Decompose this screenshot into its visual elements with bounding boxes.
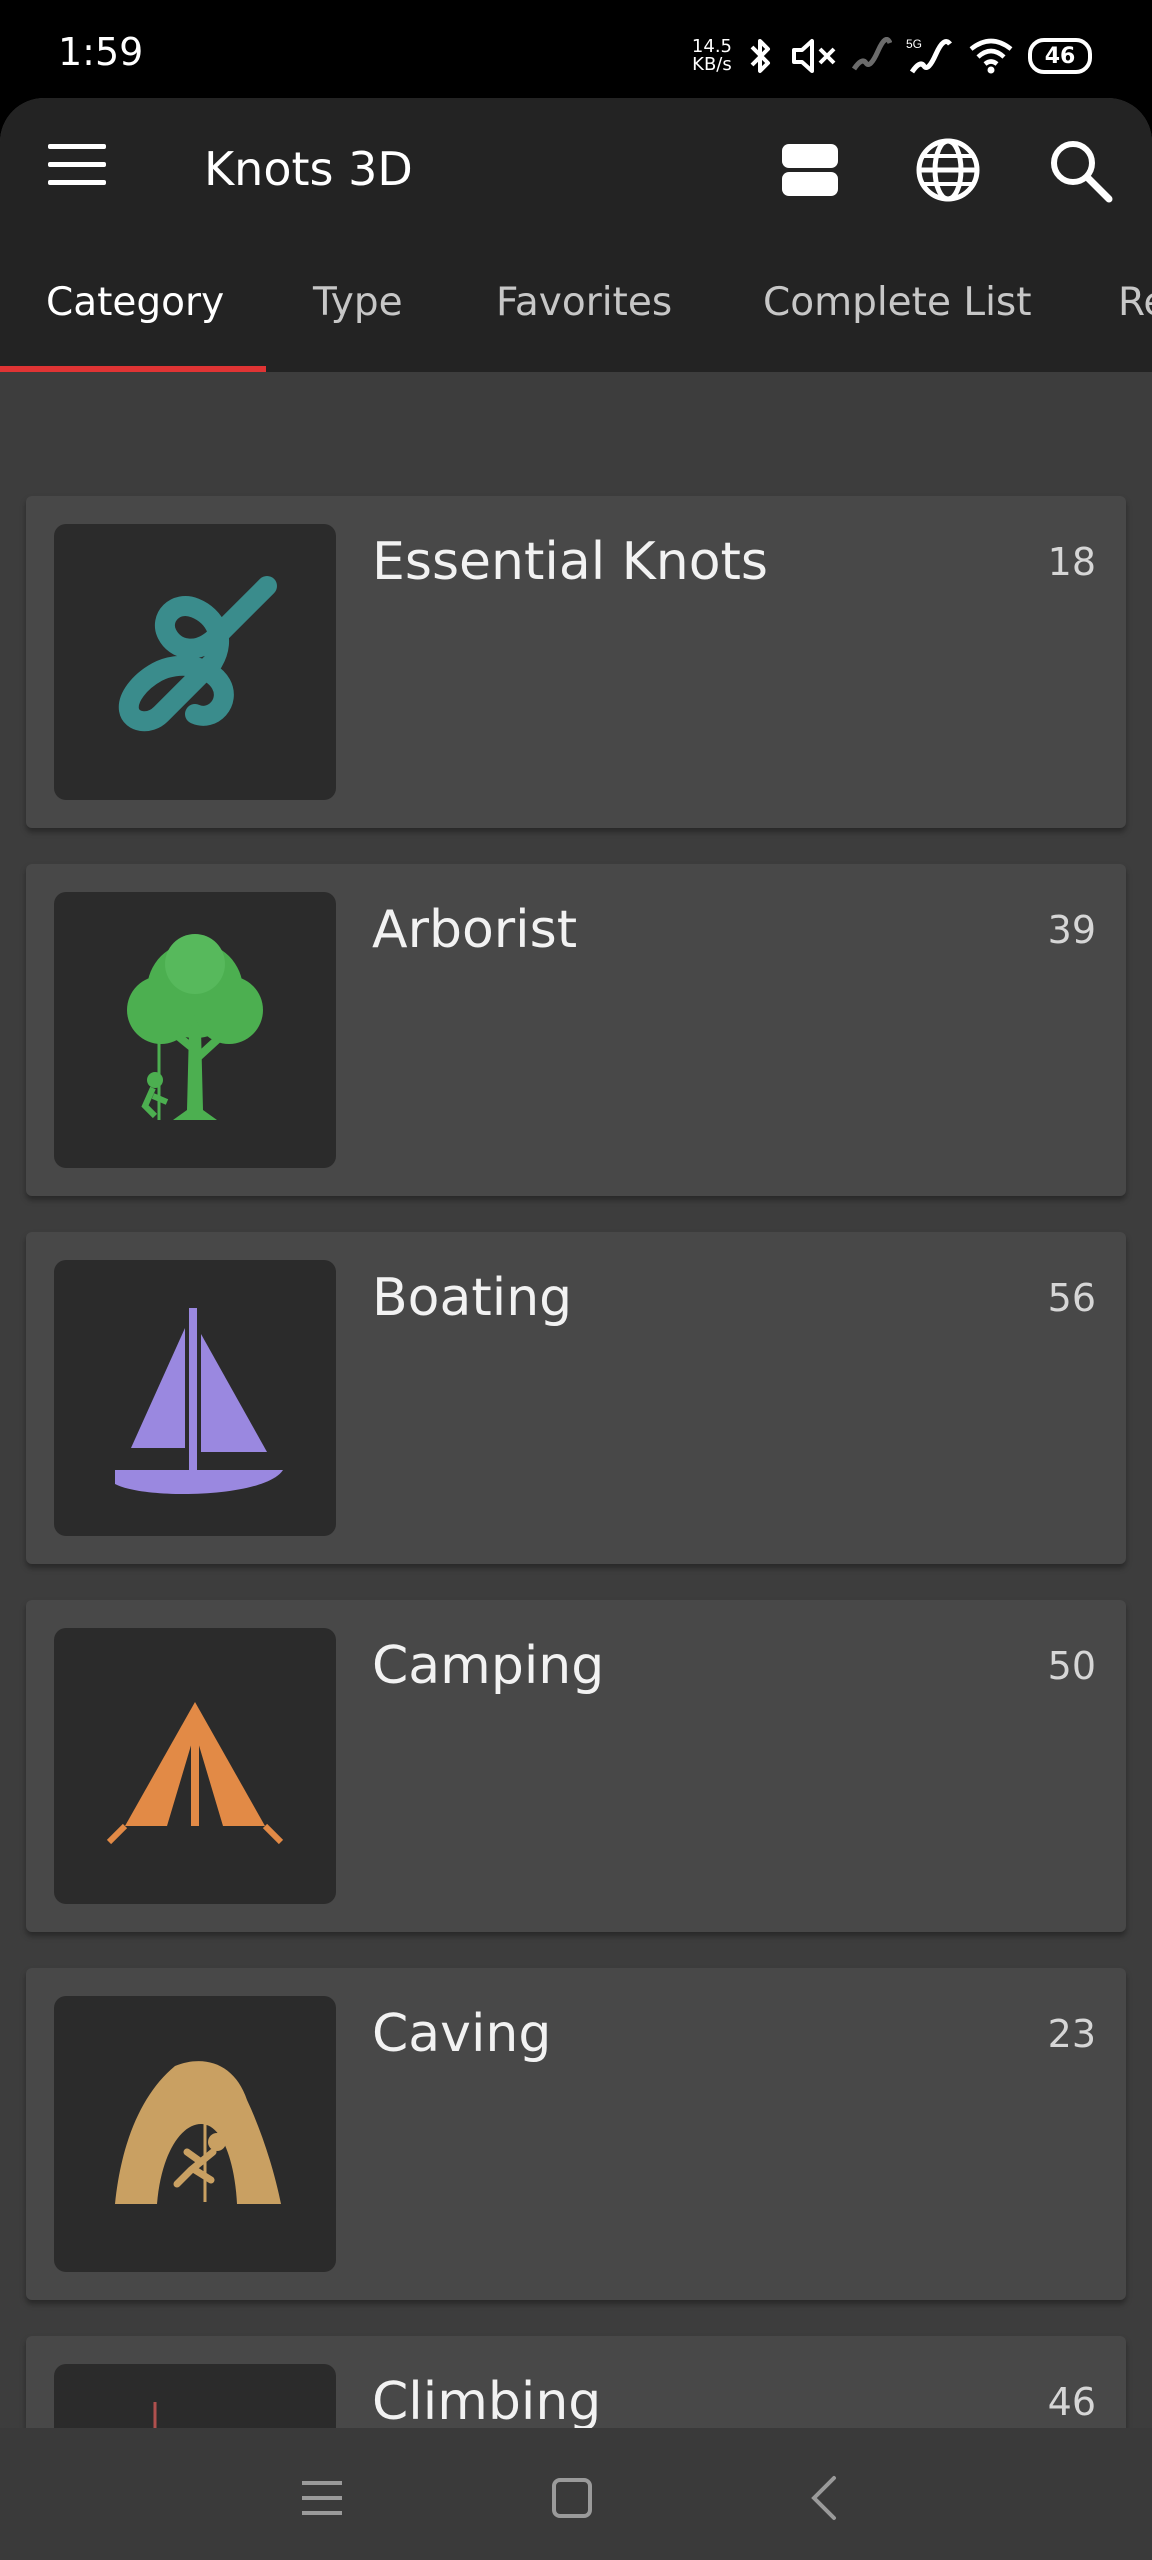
app-bar: Knots 3D — [0, 98, 1152, 238]
tab-category[interactable]: Category — [46, 280, 224, 325]
svg-text:5G: 5G — [906, 37, 922, 51]
category-title: Camping — [372, 1636, 605, 1696]
category-count: 18 — [1047, 540, 1096, 584]
cave-climber-icon — [54, 1996, 336, 2272]
status-time: 1:59 — [58, 30, 144, 74]
app-window: Knots 3D Category Type Favorites Complet… — [0, 98, 1152, 2428]
category-card-climbing[interactable]: Climbing 46 — [26, 2336, 1126, 2428]
category-title: Boating — [372, 1268, 573, 1328]
tab-bar: Category Type Favorites Complete List Re — [0, 238, 1152, 372]
category-title: Climbing — [372, 2372, 602, 2428]
figure-eight-knot-icon — [54, 524, 336, 800]
menu-icon[interactable] — [48, 144, 106, 190]
bluetooth-icon — [746, 37, 776, 75]
tab-type[interactable]: Type — [313, 280, 403, 325]
category-count: 39 — [1047, 908, 1096, 952]
category-card-arborist[interactable]: Arborist 39 — [26, 864, 1126, 1196]
recents-icon[interactable] — [292, 2468, 352, 2528]
tab-favorites[interactable]: Favorites — [496, 280, 672, 325]
tab-complete-list[interactable]: Complete List — [763, 280, 1032, 325]
network-speed: 14.5 KB/s — [691, 36, 732, 75]
category-count: 23 — [1047, 2012, 1096, 2056]
5g-signal-icon: 5G — [906, 36, 954, 76]
category-card-camping[interactable]: Camping 50 — [26, 1600, 1126, 1932]
category-list[interactable]: Essential Knots 18 Arborist 39 Boating 5… — [0, 372, 1152, 2428]
category-card-caving[interactable]: Caving 23 — [26, 1968, 1126, 2300]
category-count: 50 — [1047, 1644, 1096, 1688]
home-icon[interactable] — [542, 2468, 602, 2528]
category-title: Caving — [372, 2004, 552, 2064]
category-card-boating[interactable]: Boating 56 — [26, 1232, 1126, 1564]
category-title: Arborist — [372, 900, 578, 960]
status-bar: 1:59 14.5 KB/s 5G 46 — [0, 0, 1152, 100]
wifi-icon — [968, 37, 1014, 75]
tent-icon — [54, 1628, 336, 1904]
back-icon[interactable] — [794, 2468, 854, 2528]
signal-icon — [852, 37, 892, 75]
system-nav-bar — [0, 2428, 1152, 2560]
app-title: Knots 3D — [204, 142, 413, 196]
status-icons: 14.5 KB/s 5G 46 — [692, 26, 1092, 86]
rock-climber-icon — [54, 2364, 336, 2428]
category-card-essential-knots[interactable]: Essential Knots 18 — [26, 496, 1126, 828]
tree-climber-icon — [54, 892, 336, 1168]
tab-partial[interactable]: Re — [1118, 280, 1152, 325]
sailboat-icon — [54, 1260, 336, 1536]
search-icon[interactable] — [1044, 134, 1116, 206]
category-title: Essential Knots — [372, 532, 769, 592]
category-count: 46 — [1047, 2380, 1096, 2424]
mute-icon — [790, 37, 838, 75]
view-toggle-icon[interactable] — [774, 134, 846, 206]
battery-icon: 46 — [1028, 38, 1092, 74]
globe-icon[interactable] — [912, 134, 984, 206]
category-count: 56 — [1047, 1276, 1096, 1320]
